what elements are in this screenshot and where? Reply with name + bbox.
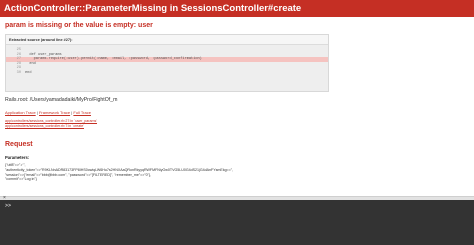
source-heading: Extracted source (around line #27): xyxy=(6,35,328,45)
trace-line-link[interactable]: app/controllers/sessions_controller.rb:7… xyxy=(5,124,97,129)
error-title: ActionController::ParameterMissing in Se… xyxy=(4,3,302,14)
application-trace-link[interactable]: Application Trace xyxy=(5,110,36,115)
rails-root: Rails.root: /Users/yamadadaiki/MyPro/Fig… xyxy=(5,97,118,103)
parameters-label: Parameters: xyxy=(5,155,30,160)
code-line: 30 end xyxy=(6,71,328,76)
trace-links: Application Trace | Framework Trace | Fu… xyxy=(5,110,91,115)
web-console[interactable]: >> xyxy=(0,200,474,245)
trace-separator: | xyxy=(36,110,38,115)
line-code: def user_params xyxy=(25,52,62,57)
parameters-dump: {"utf8"=>"✓", "authenticity_token"=>"R9K… xyxy=(5,163,325,182)
line-code: params.require(:user).permit(:name, :ema… xyxy=(25,57,202,62)
line-code: end xyxy=(25,70,32,75)
framework-trace-link[interactable]: Framework Trace xyxy=(39,110,70,115)
extracted-source-panel: Extracted source (around line #27): 25 2… xyxy=(5,34,329,92)
full-trace-link[interactable]: Full Trace xyxy=(73,110,91,115)
console-prompt: >> xyxy=(5,203,12,209)
code-lines: 25 26 def user_params 27 params.require(… xyxy=(6,48,328,76)
trace-lines: app/controllers/sessions_controller.rb:2… xyxy=(5,119,97,129)
error-message: param is missing or the value is empty: … xyxy=(5,22,153,29)
line-number: 30 xyxy=(16,70,21,75)
request-heading: Request xyxy=(5,141,33,148)
line-code: end xyxy=(25,61,36,66)
error-title-bar: ActionController::ParameterMissing in Se… xyxy=(0,0,474,17)
parameters-line: "commit"=>"Log in"} xyxy=(5,177,37,182)
